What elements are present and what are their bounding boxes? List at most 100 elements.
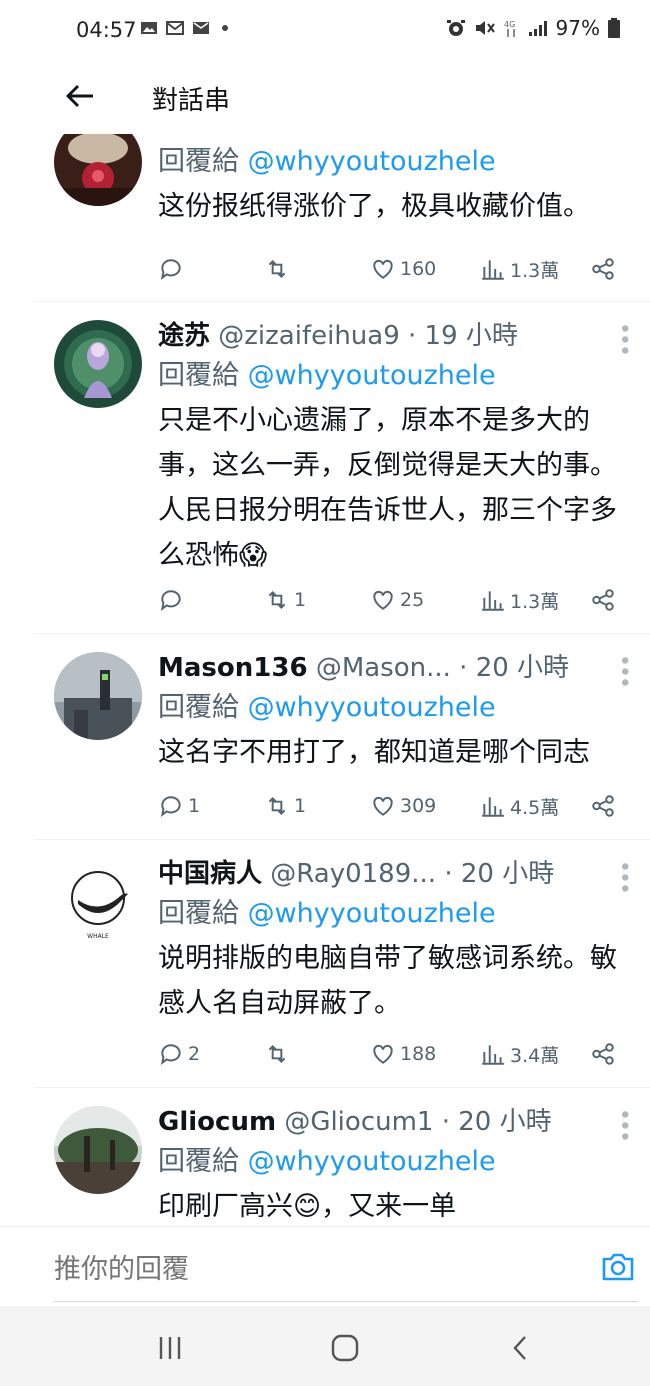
share-icon xyxy=(592,258,614,280)
retweet-icon xyxy=(268,797,286,815)
handle[interactable]: @zizaifeihua9 xyxy=(218,321,399,351)
reply-context: 回覆給 @whyyoutouzhele xyxy=(158,146,496,177)
views-button[interactable]: 1.3萬 xyxy=(480,587,559,614)
tweet[interactable]: 回覆給 @whyyoutouzhele 这份报纸得涨价了，极具收藏价值。 160… xyxy=(34,134,650,302)
reply-icon xyxy=(160,796,181,817)
reply-icon xyxy=(160,590,181,611)
status-bar: 04:57 4G 97% xyxy=(0,0,650,60)
chevron-left-icon xyxy=(513,1336,526,1360)
handle[interactable]: @Ray0189... xyxy=(270,859,436,889)
views-icon xyxy=(482,260,504,280)
gmail-icon xyxy=(166,21,184,35)
reply-input[interactable] xyxy=(54,1247,574,1291)
like-button[interactable]: 188 xyxy=(370,1041,436,1067)
reply-to-link[interactable]: @whyyoutouzhele xyxy=(248,692,496,723)
reply-context: 回覆給 @whyyoutouzhele xyxy=(158,898,496,929)
mail-icon xyxy=(193,22,209,34)
reply-button[interactable]: 2 xyxy=(158,1041,200,1067)
reply-button[interactable]: 1 xyxy=(158,793,200,819)
reply-button[interactable] xyxy=(158,587,188,613)
home-button[interactable] xyxy=(325,1328,365,1368)
share-icon xyxy=(592,795,614,817)
tweet-time[interactable]: · 19 小時 xyxy=(408,321,518,351)
tweet-header xyxy=(158,134,638,140)
retweet-button[interactable] xyxy=(264,1041,294,1067)
views-icon xyxy=(482,1045,504,1065)
avatar[interactable] xyxy=(54,320,142,408)
tweet-time[interactable]: · 20 小時 xyxy=(442,1107,552,1137)
handle[interactable]: @Mason... xyxy=(316,653,451,683)
tweet-time[interactable]: · 20 小時 xyxy=(444,859,554,889)
retweet-button[interactable] xyxy=(264,256,294,282)
heart-icon xyxy=(373,1044,393,1064)
status-system-icons: 4G 97% xyxy=(446,16,620,40)
display-name[interactable]: 途苏 xyxy=(158,321,210,351)
back-arrow-icon xyxy=(66,84,93,108)
tweet-text: 这份报纸得涨价了，极具收藏价值。 xyxy=(158,191,590,222)
reply-context: 回覆給 @whyyoutouzhele xyxy=(158,1146,496,1177)
notification-dot-icon xyxy=(222,25,228,31)
views-icon xyxy=(482,797,504,817)
tweet[interactable]: WHALE ••• 中国病人 @Ray0189... · 20 小時 回覆給 @… xyxy=(34,840,650,1088)
tweet-time[interactable]: · 20 小時 xyxy=(459,653,569,683)
tweet-actions: 1 25 1.3萬 xyxy=(158,582,628,618)
reply-to-link[interactable]: @whyyoutouzhele xyxy=(248,1146,496,1177)
reply-to-link[interactable]: @whyyoutouzhele xyxy=(248,898,496,929)
avatar[interactable] xyxy=(54,134,142,206)
heart-icon xyxy=(373,796,393,816)
camera-button[interactable] xyxy=(600,1251,636,1283)
svg-text:4G: 4G xyxy=(504,20,515,29)
tweet-header: 中国病人 @Ray0189... · 20 小時 xyxy=(158,856,638,892)
display-name[interactable]: 中国病人 xyxy=(158,859,262,889)
share-button[interactable] xyxy=(590,587,616,613)
avatar[interactable] xyxy=(54,1106,142,1194)
reply-to-link[interactable]: @whyyoutouzhele xyxy=(248,146,496,177)
avatar[interactable] xyxy=(54,652,142,740)
views-button[interactable]: 1.3萬 xyxy=(480,256,559,283)
recent-apps-button[interactable] xyxy=(150,1328,190,1368)
recent-apps-icon xyxy=(159,1337,181,1359)
tweet-header: 途苏 @zizaifeihua9 · 19 小時 xyxy=(158,318,638,354)
retweet-button[interactable]: 1 xyxy=(264,587,306,613)
tweet-actions: 160 1.3萬 xyxy=(158,251,628,287)
back-button[interactable] xyxy=(60,78,100,114)
home-icon xyxy=(331,1334,359,1362)
views-button[interactable]: 4.5萬 xyxy=(480,793,559,820)
handle[interactable]: @Gliocum1 xyxy=(284,1107,433,1137)
conversation-header: 對話串 xyxy=(0,60,650,134)
alarm-icon xyxy=(446,20,465,36)
display-name[interactable]: Gliocum xyxy=(158,1107,276,1137)
mute-icon xyxy=(475,21,495,35)
tweet-text: 这名字不用打了，都知道是哪个同志 xyxy=(158,737,590,768)
tweet[interactable]: ••• Gliocum @Gliocum1 · 20 小時 回覆給 @whyyo… xyxy=(34,1088,650,1224)
network-4g-icon: 4G xyxy=(504,20,515,37)
reply-button[interactable] xyxy=(158,256,188,282)
share-icon xyxy=(592,589,614,611)
page-title: 對話串 xyxy=(152,86,231,116)
views-button[interactable]: 3.4萬 xyxy=(480,1041,559,1068)
avatar[interactable]: WHALE xyxy=(54,858,142,946)
share-button[interactable] xyxy=(590,793,616,819)
reply-context: 回覆給 @whyyoutouzhele xyxy=(158,692,496,723)
battery-percent: 97% xyxy=(555,16,600,40)
share-button[interactable] xyxy=(590,1041,616,1067)
reply-bar xyxy=(0,1226,650,1306)
system-back-button[interactable] xyxy=(500,1328,540,1368)
reply-icon xyxy=(160,1044,181,1065)
tweet-text: 印刷厂高兴😊，又来一单 xyxy=(158,1191,457,1222)
tweet[interactable]: ••• Mason136 @Mason... · 20 小時 回覆給 @whyy… xyxy=(34,634,650,840)
tweet-text: 说明排版的电脑自带了敏感词系统。敏感人名自动屏蔽了。 xyxy=(158,943,617,1019)
heart-icon xyxy=(373,259,393,279)
tweet-header: Gliocum @Gliocum1 · 20 小時 xyxy=(158,1104,638,1140)
like-button[interactable]: 309 xyxy=(370,793,436,819)
reply-context: 回覆給 @whyyoutouzhele xyxy=(158,360,496,391)
signal-icon xyxy=(528,21,547,36)
tweet[interactable]: ••• 途苏 @zizaifeihua9 · 19 小時 回覆給 @whyyou… xyxy=(34,302,650,634)
reply-to-link[interactable]: @whyyoutouzhele xyxy=(248,360,496,391)
retweet-button[interactable]: 1 xyxy=(264,793,306,819)
like-button[interactable]: 25 xyxy=(370,587,424,613)
like-button[interactable]: 160 xyxy=(370,256,436,282)
share-button[interactable] xyxy=(590,256,616,282)
tweet-actions: 1 1 309 4.5萬 xyxy=(158,788,628,824)
display-name[interactable]: Mason136 xyxy=(158,653,308,683)
